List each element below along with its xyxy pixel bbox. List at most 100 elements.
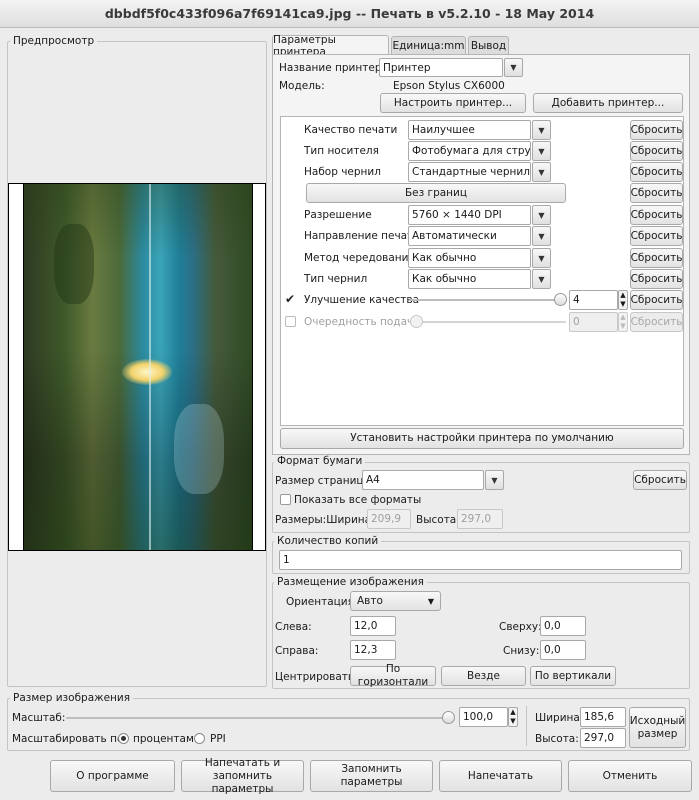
image-width-field[interactable]: 185,6: [580, 707, 626, 727]
tab-output[interactable]: Вывод: [468, 36, 509, 54]
interleave-method-value: Как обычно: [412, 252, 477, 264]
quality-enhancement-spin[interactable]: 4: [569, 290, 618, 310]
radio-percent-label: процентам: [133, 733, 194, 745]
feed-order-slider[interactable]: [410, 321, 566, 323]
resolution-combo[interactable]: 5760 × 1440 DPI: [408, 205, 531, 225]
save-settings-button[interactable]: Запомнить параметры: [310, 760, 433, 792]
reset-borderless-button[interactable]: Сбросить: [630, 183, 683, 203]
paper-width-value: 209,9: [371, 513, 402, 525]
radio-ppi[interactable]: [194, 733, 205, 744]
reset-ink-type-button[interactable]: Сбросить: [630, 269, 683, 289]
feed-order-knob[interactable]: [410, 315, 423, 328]
quality-enhancement-slider[interactable]: [410, 299, 560, 301]
center-horizontal-button[interactable]: По горизонтали: [350, 663, 436, 688]
page-size-dropdown-icon[interactable]: ▼: [485, 470, 504, 490]
scale-knob[interactable]: [442, 711, 455, 724]
cancel-button[interactable]: Отменить: [568, 760, 692, 792]
copies-value: 1: [283, 554, 290, 566]
printer-name-label: Название принтера:: [279, 62, 392, 74]
feed-order-spin-arrows[interactable]: ▲ ▼: [618, 312, 628, 332]
original-size-button[interactable]: Исходный размер: [629, 707, 686, 748]
about-button[interactable]: О программе: [50, 760, 175, 792]
reset-interleave-method-button[interactable]: Сбросить: [630, 248, 683, 268]
printer-name-dropdown-icon[interactable]: ▼: [504, 58, 523, 77]
center-both-button[interactable]: Везде: [441, 666, 526, 686]
orientation-combo[interactable]: Авто ▼: [350, 591, 441, 611]
interleave-method-dropdown-icon[interactable]: ▼: [532, 248, 551, 268]
borderless-button[interactable]: Без границ: [306, 183, 566, 203]
printer-name-value: Принтер: [383, 61, 431, 74]
tab-unit[interactable]: Единица:mm: [391, 36, 466, 54]
quality-enhancement-checkbox[interactable]: ✔: [285, 293, 297, 305]
paper-width-field[interactable]: 209,9: [367, 509, 411, 529]
page-size-combo[interactable]: A4: [362, 470, 484, 490]
ink-type-combo[interactable]: Как обычно: [408, 269, 531, 289]
ink-type-label: Тип чернил: [304, 273, 368, 285]
ink-set-dropdown-icon[interactable]: ▼: [532, 162, 551, 182]
center-vertical-button[interactable]: По вертикали: [530, 666, 616, 686]
print-quality-value: Наилучшее: [412, 124, 475, 136]
print-direction-label: Направление печати: [304, 230, 421, 242]
reset-print-quality-button[interactable]: Сбросить: [630, 120, 683, 140]
model-value: Epson Stylus CX6000: [393, 80, 505, 92]
top-margin-value: 0,0: [544, 620, 561, 632]
reset-media-type-button[interactable]: Сбросить: [630, 141, 683, 161]
add-printer-button[interactable]: Добавить принтер...: [533, 93, 683, 113]
copies-field[interactable]: 1: [279, 550, 682, 570]
save-settings-line2: параметры: [340, 776, 403, 788]
set-default-settings-button[interactable]: Установить настройки принтера по умолчан…: [280, 428, 684, 449]
media-type-combo[interactable]: Фотобумага для струйн: [408, 141, 531, 161]
orientation-label: Ориентация:: [286, 596, 358, 608]
show-all-formats-checkbox[interactable]: [280, 494, 291, 505]
bottom-margin-label: Снизу:: [503, 645, 540, 657]
print-quality-dropdown-icon[interactable]: ▼: [532, 120, 551, 140]
left-margin-value: 12,0: [354, 620, 378, 632]
left-margin-field[interactable]: 12,0: [350, 616, 396, 636]
copies-legend: Количество копий: [274, 535, 382, 547]
configure-printer-button[interactable]: Настроить принтер...: [380, 93, 526, 113]
right-margin-field[interactable]: 12,3: [350, 640, 396, 660]
image-height-value: 297,0: [584, 732, 615, 744]
ink-set-value: Стандартные чернила E: [412, 166, 530, 178]
scale-spin-arrows[interactable]: ▲ ▼: [508, 707, 518, 727]
print-quality-label: Качество печати: [304, 124, 398, 136]
image-width-label: Ширина:: [535, 712, 584, 724]
resolution-label: Разрешение: [304, 209, 372, 221]
image-size-separator: [526, 706, 527, 746]
paper-height-value: 297,0: [461, 513, 492, 525]
quality-enhancement-knob[interactable]: [554, 293, 567, 306]
top-margin-field[interactable]: 0,0: [540, 616, 586, 636]
print-quality-combo[interactable]: Наилучшее: [408, 120, 531, 140]
reset-quality-enhancement-button[interactable]: Сбросить: [630, 290, 683, 310]
print-direction-dropdown-icon[interactable]: ▼: [532, 226, 551, 246]
paper-height-field[interactable]: 297,0: [457, 509, 503, 529]
print-and-save-button[interactable]: Напечатать и запомнить параметры: [181, 757, 304, 795]
image-height-field[interactable]: 297,0: [580, 728, 626, 748]
print-button[interactable]: Напечатать: [439, 760, 562, 792]
scale-slider[interactable]: [66, 717, 454, 719]
tab-printer-settings[interactable]: Параметры принтера: [272, 34, 389, 58]
feed-order-spin[interactable]: 0: [569, 312, 618, 332]
resolution-dropdown-icon[interactable]: ▼: [532, 205, 551, 225]
feed-order-checkbox[interactable]: [285, 316, 296, 327]
ink-set-label: Набор чернил: [304, 166, 381, 178]
reset-resolution-button[interactable]: Сбросить: [630, 205, 683, 225]
media-type-dropdown-icon[interactable]: ▼: [532, 141, 551, 161]
quality-enhancement-spin-arrows[interactable]: ▲ ▼: [618, 290, 628, 310]
right-margin-label: Справа:: [275, 645, 319, 657]
window-title: dbbdf5f0c433f096a7f69141ca9.jpg -- Печат…: [0, 0, 699, 28]
ink-type-dropdown-icon[interactable]: ▼: [532, 269, 551, 289]
reset-ink-set-button[interactable]: Сбросить: [630, 162, 683, 182]
scale-spin[interactable]: 100,0: [459, 707, 508, 727]
save-settings-line1: Запомнить: [341, 763, 402, 775]
radio-percent[interactable]: [118, 733, 129, 744]
reset-print-direction-button[interactable]: Сбросить: [630, 226, 683, 246]
preview-legend: Предпросмотр: [10, 35, 98, 47]
interleave-method-combo[interactable]: Как обычно: [408, 248, 531, 268]
print-direction-combo[interactable]: Автоматически: [408, 226, 531, 246]
reset-page-size-button[interactable]: Сбросить: [633, 470, 687, 490]
bottom-margin-field[interactable]: 0,0: [540, 640, 586, 660]
reset-feed-order-button[interactable]: Сбросить: [630, 312, 683, 332]
ink-set-combo[interactable]: Стандартные чернила E: [408, 162, 531, 182]
printer-name-combo[interactable]: Принтер: [379, 58, 503, 77]
